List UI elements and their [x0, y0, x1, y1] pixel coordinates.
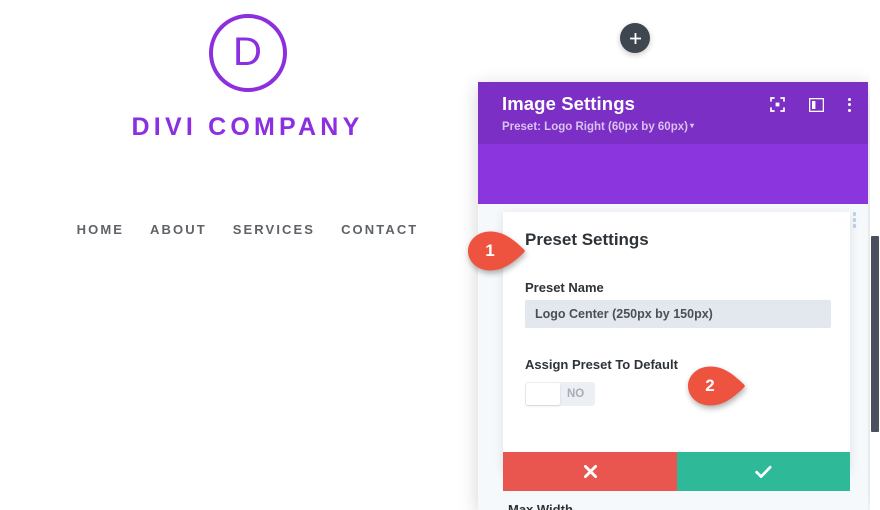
divi-logo-circle-icon: D [208, 14, 287, 92]
chevron-down-icon: ▾ [689, 121, 694, 130]
max-width-label: Max Width [508, 502, 573, 510]
preset-name-input[interactable] [525, 300, 831, 328]
drag-handle-dots-icon[interactable] [852, 212, 856, 228]
marker-number-2: 2 [705, 376, 715, 395]
save-button[interactable] [677, 452, 850, 491]
modal-header: Image Settings Preset: Logo Right (60px … [478, 82, 868, 144]
modal-preset-breadcrumb[interactable]: Preset: Logo Right (60px by 60px) ▾ [502, 121, 848, 133]
screen-root: D DIVI COMPANY HOME ABOUT SERVICES CONTA… [0, 0, 880, 510]
add-module-button[interactable] [620, 23, 650, 53]
nav-item-about[interactable]: ABOUT [150, 222, 207, 237]
modal-body: Preset Settings Preset Name Assign Prese… [478, 144, 868, 510]
nav-item-services[interactable]: SERVICES [233, 222, 315, 237]
preset-settings-card: Preset Settings Preset Name Assign Prese… [503, 212, 850, 470]
checkmark-icon [755, 465, 772, 478]
image-settings-modal: Image Settings Preset: Logo Right (60px … [478, 82, 868, 510]
page-scrollbar-thumb[interactable] [871, 236, 879, 432]
marker-number-1: 1 [485, 241, 495, 260]
fullscreen-icon[interactable] [770, 97, 785, 112]
callout-marker-1: 1 [464, 231, 526, 271]
nav-item-contact[interactable]: CONTACT [341, 222, 418, 237]
preset-name-label: Preset Name [525, 280, 604, 295]
callout-marker-2: 2 [684, 366, 746, 406]
layout-columns-icon[interactable] [809, 97, 824, 112]
modal-header-icons [770, 97, 851, 112]
more-vertical-icon[interactable] [848, 97, 851, 112]
toggle-value-label: NO [567, 388, 585, 400]
preset-action-bar [503, 452, 850, 491]
site-logo-block: D DIVI COMPANY [0, 14, 495, 142]
nav-item-home[interactable]: HOME [77, 222, 124, 237]
page-scrollbar-track[interactable] [870, 0, 880, 510]
cancel-button[interactable] [503, 452, 677, 491]
site-title: DIVI COMPANY [131, 113, 364, 141]
preset-settings-title: Preset Settings [525, 230, 649, 249]
toggle-knob [526, 383, 560, 405]
assign-preset-default-label: Assign Preset To Default [525, 357, 678, 372]
modal-preset-label: Preset: Logo Right (60px by 60px) [502, 121, 688, 133]
site-navigation: HOME ABOUT SERVICES CONTACT [0, 222, 495, 237]
assign-preset-toggle[interactable]: NO [525, 382, 595, 406]
plus-icon [629, 32, 641, 44]
logo-letter: D [233, 30, 262, 74]
close-x-icon [583, 464, 597, 479]
